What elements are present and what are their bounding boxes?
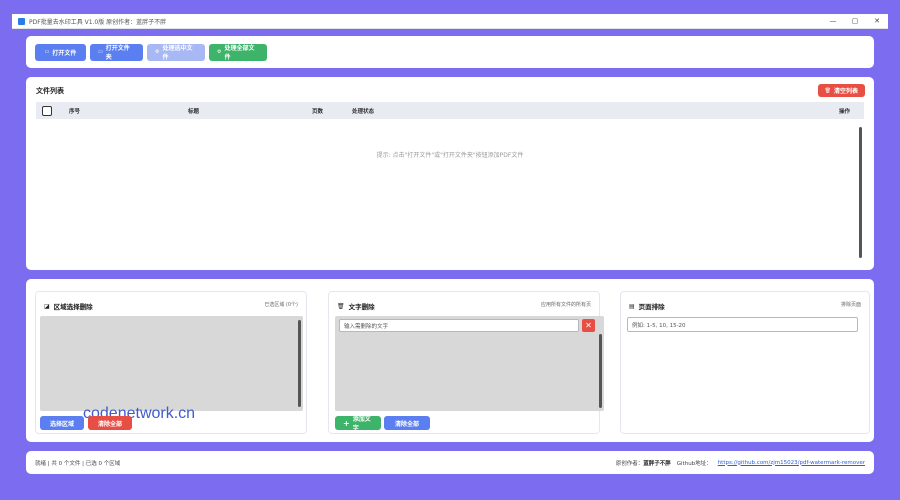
column-name: 标题 (188, 108, 200, 115)
text-delete-card: 🗑 文字删除 应用所有文件的所有页 输入需删除的文字 ✕ + 添加文字 清除全部 (328, 291, 604, 434)
github-label: Github地址： (676, 460, 712, 467)
open-folder-label: 打开文件夹 (105, 45, 130, 61)
clear-regions-button[interactable]: 清除全部 (88, 416, 132, 430)
author-label: 原创作者： (615, 460, 644, 467)
region-delete-card: ◪ 区域选择删除 已选区域 (0个) codenetwork.cn 选择区域 清… (35, 291, 307, 434)
file-list-panel: 文件列表 🗑 清空列表 序号 标题 页数 处理状态 操作 提示: 点击"打开文件… (26, 77, 874, 270)
app-frame: ▭ 打开文件 ▭ 打开文件夹 ⚙ 处理选中文件 ⚙ 处理全部文件 文件列表 🗑 … (12, 29, 888, 487)
process-icon: ⚙ (155, 49, 160, 55)
status-bar-right: 原创作者：蓝胖子不胖 Github地址： https://github.com/… (616, 459, 865, 467)
clear-texts-button[interactable]: 清除全部 (384, 416, 430, 430)
open-folder-button[interactable]: ▭ 打开文件夹 (90, 43, 143, 61)
process-selected-button[interactable]: ⚙ 处理选中文件 (147, 43, 205, 61)
github-link[interactable]: https://github.com/zjm15023/pdf-watermar… (718, 460, 865, 466)
status-bar: 就绪 | 共 0 个文件 | 已选 0 个区域 原创作者：蓝胖子不胖 Githu… (26, 451, 874, 474)
process-all-button[interactable]: ⚙ 处理全部文件 (209, 43, 267, 61)
text-list-scrollbar[interactable] (599, 334, 602, 408)
column-pages: 页数 (312, 108, 324, 115)
toolbar: ▭ 打开文件 ▭ 打开文件夹 ⚙ 处理选中文件 ⚙ 处理全部文件 (26, 36, 874, 68)
add-text-label: 添加文字 (352, 416, 371, 432)
folder-icon: ▭ (98, 49, 103, 55)
add-text-button[interactable]: + 添加文字 (335, 416, 381, 432)
column-status: 处理状态 (352, 108, 375, 115)
window-controls: — ▢ ✕ (822, 14, 888, 29)
text-card-hint: 应用所有文件的所有页 (540, 302, 591, 308)
remove-text-button[interactable]: ✕ (582, 319, 595, 332)
close-icon: ✕ (585, 321, 592, 330)
file-list-empty-hint: 提示: 点击"打开文件"或"打开文件夹"按钮添加PDF文件 (376, 152, 524, 159)
clear-list-button[interactable]: 🗑 清空列表 (817, 84, 865, 97)
page-icon: ▤ (629, 302, 635, 310)
author-info: 原创作者：蓝胖子不胖 (616, 459, 671, 467)
process-selected-label: 处理选中文件 (162, 45, 193, 61)
text-card-title-text: 文字删除 (348, 303, 375, 311)
file-list-title: 文件列表 (36, 87, 64, 95)
region-list-scrollbar[interactable] (298, 320, 301, 407)
pages-card-title: ▤ 页面排除 (629, 301, 665, 312)
pages-card-title-text: 页面排除 (638, 303, 665, 311)
minimize-button[interactable]: — (822, 14, 844, 29)
app-logo-icon (18, 17, 25, 25)
column-ops: 操作 (838, 108, 850, 115)
select-region-button[interactable]: 选择区域 (40, 416, 84, 430)
author-name: 蓝胖子不胖 (643, 460, 671, 467)
trash-icon: 🗑 (337, 302, 345, 310)
process-all-icon: ⚙ (217, 49, 222, 55)
region-card-title-text: 区域选择删除 (53, 303, 93, 311)
process-all-label: 处理全部文件 (224, 45, 255, 61)
clear-list-label: 清空列表 (833, 88, 858, 95)
file-list-scrollbar[interactable] (859, 127, 862, 258)
region-icon: ◪ (44, 302, 50, 310)
region-card-hint: 已选区域 (0个) (264, 302, 298, 308)
text-card-title: 🗑 文字删除 (337, 301, 375, 312)
region-list[interactable] (40, 316, 303, 411)
plus-icon: + (343, 418, 350, 428)
file-icon: ▭ (44, 49, 50, 55)
options-panel: ◪ 区域选择删除 已选区域 (0个) codenetwork.cn 选择区域 清… (26, 279, 874, 442)
trash-icon: 🗑 (824, 87, 831, 94)
pages-card-hint: 排除页面 (840, 302, 861, 308)
open-file-label: 打开文件 (52, 49, 77, 57)
select-all-checkbox[interactable] (42, 105, 52, 116)
delete-text-input[interactable]: 输入需删除的文字 (339, 319, 579, 332)
maximize-button[interactable]: ▢ (844, 14, 866, 29)
close-button[interactable]: ✕ (866, 14, 888, 29)
page-exclude-card: ▤ 页面排除 排除页面 例如: 1-5, 10, 15-20 (620, 291, 870, 434)
title-bar: PDF批量去水印工具 V1.0版 原创作者：蓝胖子不胖 — ▢ ✕ (12, 14, 888, 29)
region-card-title: ◪ 区域选择删除 (44, 301, 93, 312)
status-text: 就绪 | 共 0 个文件 | 已选 0 个区域 (35, 460, 121, 467)
exclude-pages-input[interactable]: 例如: 1-5, 10, 15-20 (627, 317, 858, 332)
file-list-header: 序号 标题 页数 处理状态 操作 (36, 102, 864, 119)
window-title: PDF批量去水印工具 V1.0版 原创作者：蓝胖子不胖 (29, 18, 167, 26)
open-file-button[interactable]: ▭ 打开文件 (35, 43, 86, 61)
column-no: 序号 (69, 108, 81, 115)
